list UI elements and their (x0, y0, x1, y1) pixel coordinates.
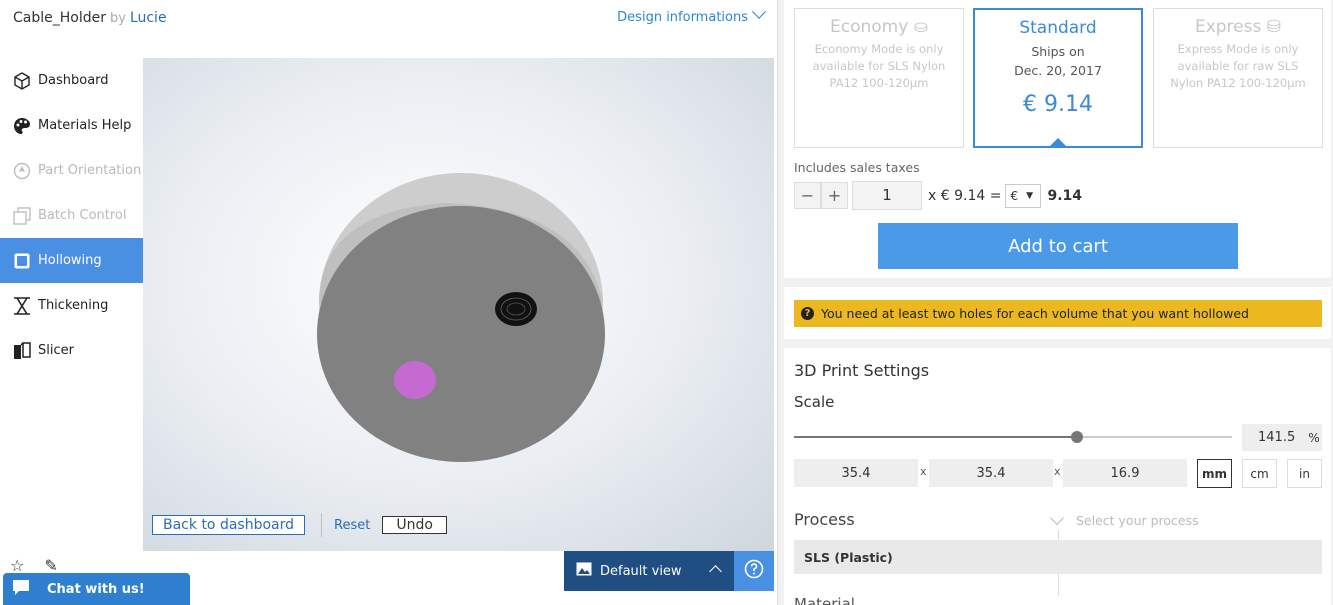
sidebar-label: Dashboard (38, 73, 109, 88)
sidebar-label: Slicer (38, 343, 74, 358)
hollow-square-icon (12, 251, 32, 271)
sidebar-label: Materials Help (38, 118, 132, 133)
divider (321, 513, 323, 537)
unit-price-text: x € 9.14 = (928, 187, 1002, 204)
hollowing-warning: ? You need at least two holes for each v… (794, 300, 1322, 327)
standard-ships-on: Ships on (1031, 44, 1085, 59)
3d-viewport[interactable]: Back to dashboard Reset Undo (143, 58, 774, 551)
stack-icon (12, 206, 32, 226)
unit-mm-button[interactable]: mm (1197, 459, 1232, 488)
add-to-cart-button[interactable]: Add to cart (878, 223, 1238, 269)
quantity-row: − + 1 x € 9.14 = € ▼ 9.14 (794, 181, 1082, 210)
sidebar-label: Hollowing (38, 253, 102, 268)
sidebar-item-thickening[interactable]: Thickening (0, 283, 143, 328)
quantity-input[interactable]: 1 (852, 181, 922, 210)
sidebar-item-hollowing[interactable]: Hollowing (0, 238, 143, 283)
undo-button[interactable]: Undo (382, 516, 447, 534)
currency-select[interactable]: € ▼ (1005, 183, 1042, 208)
chat-widget-button[interactable]: Chat with us! (3, 573, 190, 605)
scale-value: 141.5 (1258, 430, 1296, 445)
scale-label: Scale (794, 393, 835, 411)
scale-input[interactable]: 141.5 % (1242, 424, 1322, 451)
chat-bubble-icon (11, 578, 31, 600)
sidebar-item-batch-control[interactable]: Batch Control (0, 193, 143, 238)
design-title: Cable_Holder by Lucie (13, 10, 167, 26)
help-button[interactable] (734, 551, 774, 591)
scale-unit: % (1308, 430, 1320, 445)
sidebar-label: Batch Control (38, 208, 127, 223)
dimension-z-input[interactable]: 16.9 (1063, 459, 1187, 487)
question-icon (744, 559, 764, 583)
warning-text: You need at least two holes for each vol… (821, 306, 1249, 321)
model-render (317, 173, 605, 462)
express-description: Express Mode is only available for raw S… (1170, 42, 1306, 90)
sidebar-item-part-orientation[interactable]: Part Orientation (0, 148, 143, 193)
economy-title: Economy ⛀ (830, 17, 928, 37)
question-circle-icon: ? (801, 307, 814, 320)
selected-indicator (1049, 138, 1067, 147)
dimension-x-input[interactable]: 35.4 (794, 459, 918, 487)
sidebar-item-slicer[interactable]: Slicer (0, 328, 143, 373)
total-price: 9.14 (1047, 187, 1082, 204)
author-link[interactable]: Lucie (130, 10, 167, 26)
money-icon: ⛀ (913, 17, 928, 37)
design-info-label: Design informations (617, 10, 748, 25)
sidebar-item-materials-help[interactable]: Materials Help (0, 103, 143, 148)
settings-title: 3D Print Settings (794, 361, 930, 380)
design-info-toggle[interactable]: Design informations (617, 4, 767, 25)
editor-header: Cable_Holder by Lucie Design informations (0, 0, 778, 36)
chat-label: Chat with us! (47, 581, 145, 597)
model-top-face (317, 206, 605, 462)
standard-ship-date: Dec. 20, 2017 (1014, 63, 1102, 78)
fast-money-icon: ⛁ (1266, 17, 1282, 37)
design-name: Cable_Holder (13, 10, 106, 26)
increase-quantity-button[interactable]: + (821, 182, 848, 209)
slicer-icon (12, 341, 32, 361)
reset-link[interactable]: Reset (334, 518, 370, 533)
times-symbol: x (920, 465, 927, 478)
times-symbol: x (1054, 465, 1061, 478)
orientation-icon (12, 161, 32, 181)
currency-value: € (1010, 188, 1019, 203)
unit-in-button[interactable]: in (1287, 459, 1322, 488)
editor-panel: Cable_Holder by Lucie Design informations … (0, 0, 778, 605)
slider-fill (794, 436, 1077, 438)
chevron-down-icon (751, 4, 767, 19)
palette-icon (12, 116, 32, 136)
slider-thumb[interactable] (1070, 431, 1083, 443)
sidebar-item-dashboard[interactable]: Dashboard (0, 58, 143, 103)
taxes-note: Includes sales taxes (794, 160, 920, 175)
scale-slider[interactable] (794, 431, 1232, 443)
dimension-y-input[interactable]: 35.4 (929, 459, 1053, 487)
caret-down-icon: ▼ (1026, 190, 1034, 201)
chevron-down-icon (1049, 510, 1065, 525)
default-view-button[interactable]: Default view (564, 551, 734, 591)
image-icon (576, 562, 592, 580)
shipping-option-express[interactable]: Express ⛁ Express Mode is only available… (1153, 8, 1323, 148)
back-to-dashboard-button[interactable]: Back to dashboard (152, 515, 306, 535)
default-view-label: Default view (600, 563, 682, 579)
unit-cm-button[interactable]: cm (1242, 459, 1277, 488)
shipping-option-economy[interactable]: Economy ⛀ Economy Mode is only available… (794, 8, 964, 148)
process-select[interactable]: Select your process (1048, 510, 1199, 528)
express-title: Express ⛁ (1194, 17, 1282, 37)
process-placeholder: Select your process (1076, 513, 1199, 528)
decrease-quantity-button[interactable]: − (794, 182, 821, 209)
standard-price: € 9.14 (1023, 92, 1093, 117)
shipping-option-standard[interactable]: Standard Ships on Dec. 20, 2017 € 9.14 (973, 8, 1143, 148)
viewer-actions: Back to dashboard Reset Undo (152, 513, 447, 537)
economy-description: Economy Mode is only available for SLS N… (812, 42, 946, 90)
cube-icon (12, 71, 32, 91)
standard-title: Standard (1019, 18, 1097, 38)
material-label: Material (794, 595, 855, 605)
process-option-sls[interactable]: SLS (Plastic) (794, 540, 1322, 574)
sidebar-label: Part Orientation (38, 163, 142, 178)
thicken-icon (12, 296, 32, 316)
selected-hole[interactable] (394, 361, 436, 399)
chevron-up-icon (709, 565, 722, 578)
tool-sidebar: Dashboard Materials Help Part Orientatio… (0, 58, 143, 373)
sidebar-label: Thickening (38, 298, 109, 313)
process-label: Process (794, 510, 855, 529)
by-text: by (109, 11, 126, 26)
